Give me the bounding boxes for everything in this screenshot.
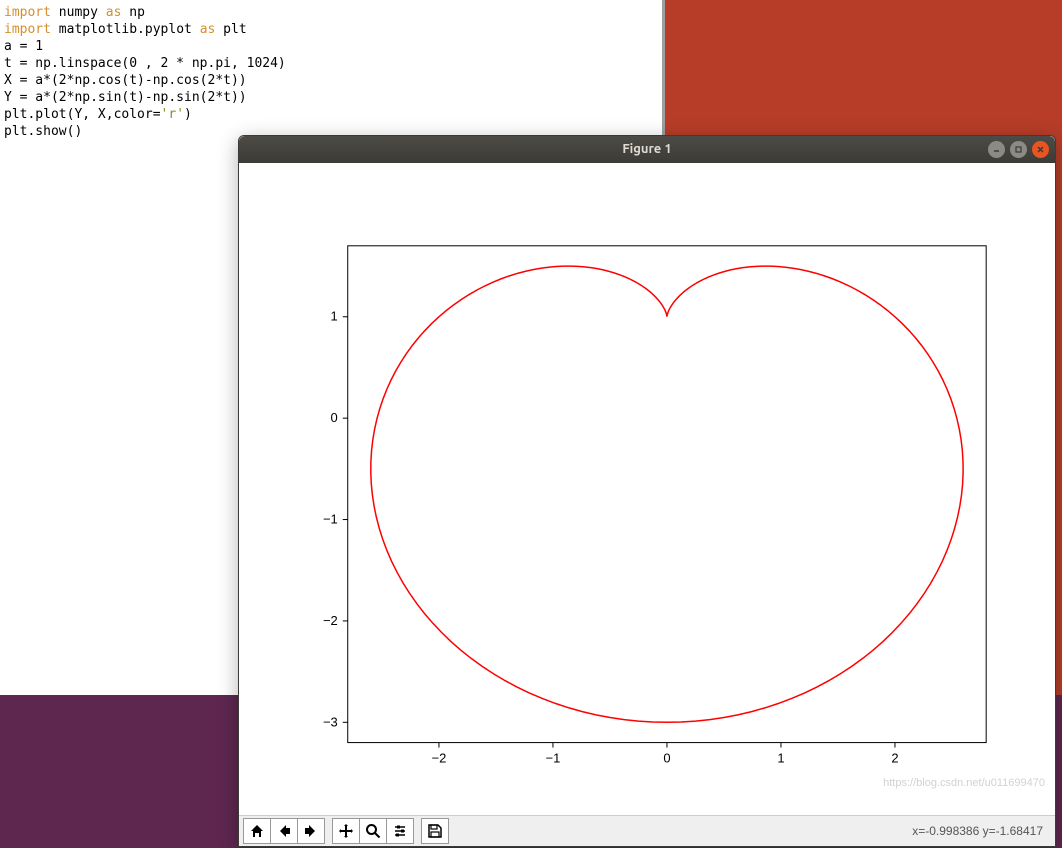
svg-text:−2: −2	[432, 750, 447, 765]
code-line: t = np.linspace(0 , 2 * np.pi, 1024)	[4, 55, 660, 72]
svg-text:−1: −1	[546, 750, 561, 765]
minimize-icon	[992, 145, 1001, 154]
code-line: Y = a*(2*np.sin(t)-np.sin(2*t))	[4, 89, 660, 106]
figure-canvas[interactable]: −2−1012 −3−2−101 https://blog.csdn.net/u…	[239, 163, 1055, 815]
home-button[interactable]	[243, 818, 271, 844]
svg-text:0: 0	[331, 410, 338, 425]
figure-window: Figure 1 −2−1012 −3−2−101 https://blog.c…	[238, 135, 1056, 847]
close-button[interactable]	[1032, 141, 1049, 158]
close-icon	[1036, 145, 1045, 154]
code-line: import matplotlib.pyplot as plt	[4, 21, 660, 38]
matplotlib-toolbar: x=-0.998386 y=-1.68417	[239, 815, 1055, 846]
forward-icon	[303, 823, 319, 839]
window-titlebar[interactable]: Figure 1	[239, 136, 1055, 163]
maximize-icon	[1014, 145, 1023, 154]
home-icon	[249, 823, 265, 839]
svg-text:−2: −2	[323, 613, 338, 628]
code-line: X = a*(2*np.cos(t)-np.cos(2*t))	[4, 72, 660, 89]
cursor-coords: x=-0.998386 y=-1.68417	[912, 824, 1043, 838]
code-line: plt.plot(Y, X,color='r')	[4, 106, 660, 123]
back-icon	[276, 823, 292, 839]
minimize-button[interactable]	[988, 141, 1005, 158]
svg-text:2: 2	[891, 750, 898, 765]
yticks: −3 −2 −1 0 1	[323, 309, 348, 730]
save-button[interactable]	[421, 818, 449, 844]
pan-icon	[338, 823, 354, 839]
window-title: Figure 1	[622, 142, 671, 156]
axes-frame	[348, 246, 986, 743]
back-button[interactable]	[270, 818, 298, 844]
save-icon	[427, 823, 443, 839]
svg-text:1: 1	[777, 750, 784, 765]
zoom-button[interactable]	[359, 818, 387, 844]
cardioid-line	[371, 266, 963, 722]
window-controls	[988, 141, 1049, 158]
pan-button[interactable]	[332, 818, 360, 844]
xticks: −2 −1 0 1 2	[432, 742, 899, 765]
code-line: a = 1	[4, 38, 660, 55]
zoom-icon	[365, 823, 381, 839]
svg-text:1: 1	[331, 309, 338, 324]
forward-button[interactable]	[297, 818, 325, 844]
configure-button[interactable]	[386, 818, 414, 844]
configure-icon	[392, 823, 408, 839]
plot-svg: −2 −1 0 1 2 −3 −2 −1 0 1	[239, 163, 1055, 815]
code-line: import numpy as np	[4, 4, 660, 21]
maximize-button[interactable]	[1010, 141, 1027, 158]
svg-text:0: 0	[663, 750, 670, 765]
svg-text:−1: −1	[323, 511, 338, 526]
svg-text:−3: −3	[323, 714, 338, 729]
